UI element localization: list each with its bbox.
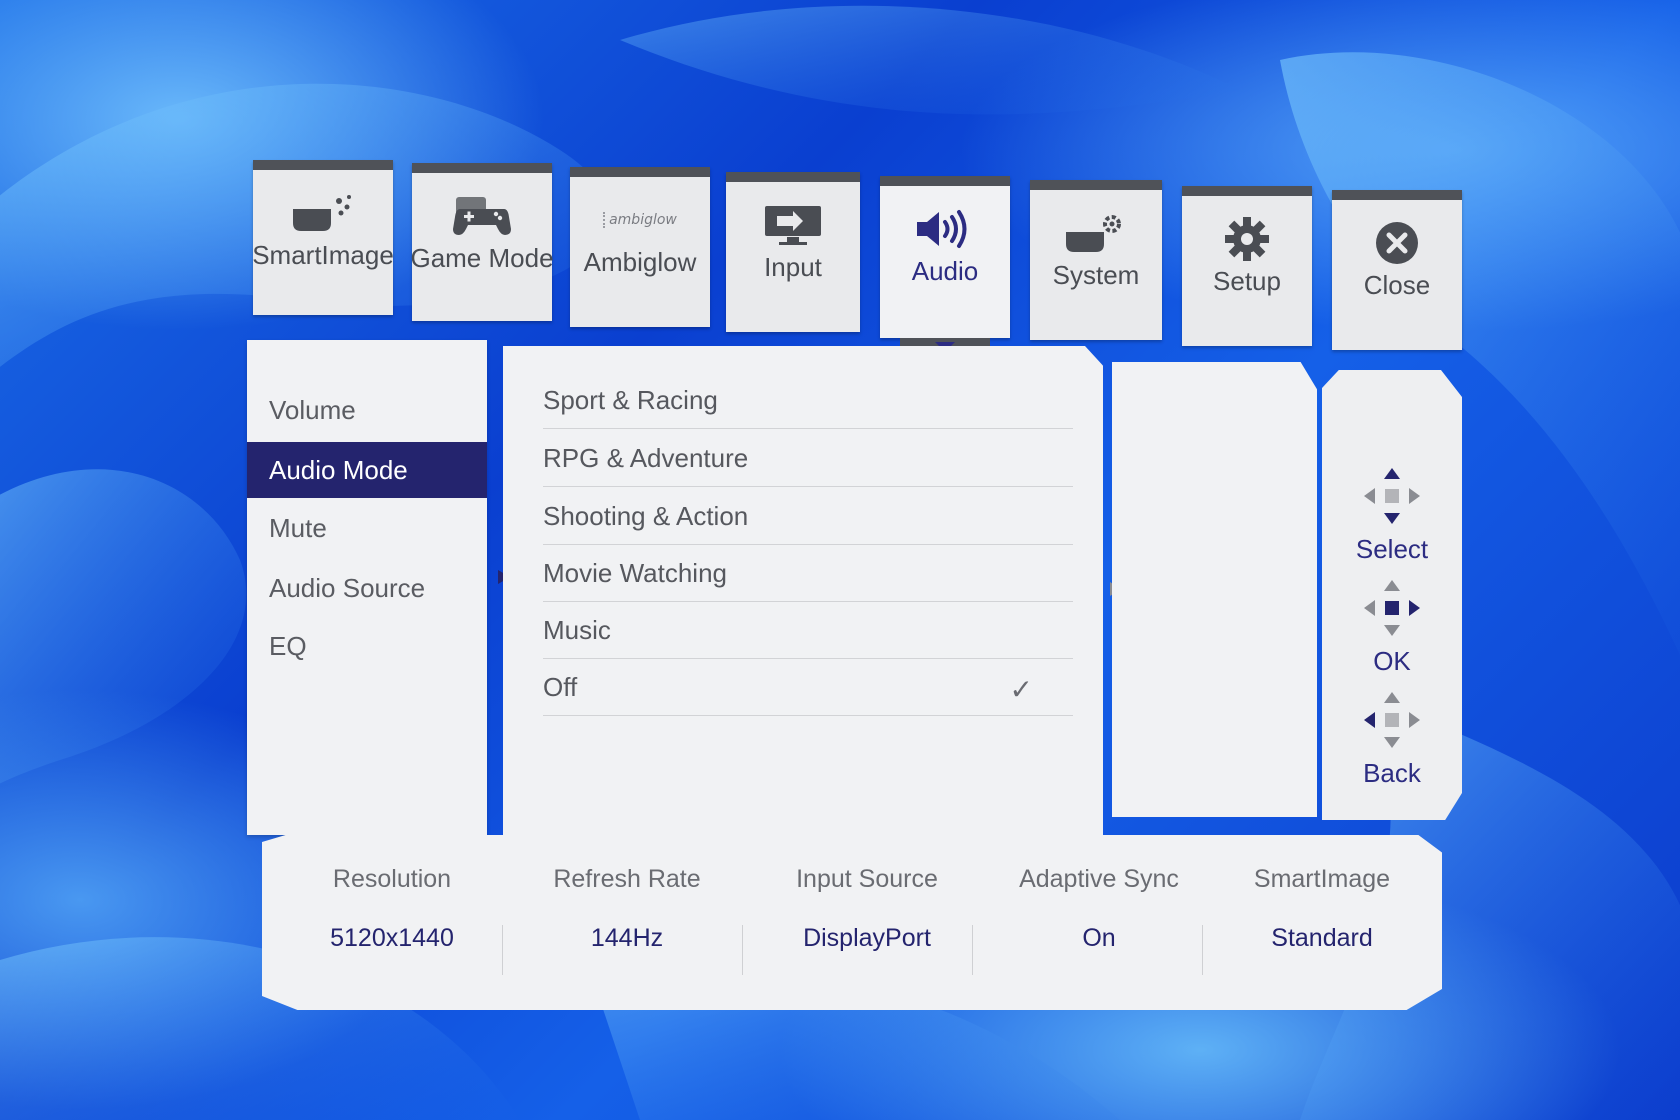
option-sport-racing[interactable]: Sport & Racing xyxy=(543,372,1073,429)
tab-label: System xyxy=(1052,260,1140,290)
smartimage-icon xyxy=(291,192,355,234)
option-label: Movie Watching xyxy=(543,557,727,588)
system-icon xyxy=(1064,212,1128,254)
info-label: SmartImage xyxy=(1253,865,1391,893)
info-label: Refresh Rate xyxy=(553,865,701,893)
tab-close[interactable]: Close xyxy=(1332,190,1462,350)
divider xyxy=(972,925,973,975)
info-label: Resolution xyxy=(332,865,452,893)
close-icon xyxy=(1374,222,1420,264)
menu-item-mute[interactable]: Mute xyxy=(247,500,487,556)
info-value: 144Hz xyxy=(590,924,664,952)
gamepad-icon xyxy=(450,195,514,237)
tab-ambiglow[interactable]: ambiglow Ambiglow xyxy=(570,167,710,327)
nav-select-label: Select xyxy=(1355,534,1429,564)
dpad-back-icon xyxy=(1364,692,1420,748)
nav-ok-label: OK xyxy=(1373,646,1411,676)
divider xyxy=(1202,925,1203,975)
option-off[interactable]: Off ✓ xyxy=(543,659,1073,716)
status-info-bar: Resolution 5120x1440 Refresh Rate 144Hz … xyxy=(262,835,1442,1010)
tab-label: Audio xyxy=(911,256,979,286)
nav-ok: OK xyxy=(1322,578,1462,677)
tab-input[interactable]: Input xyxy=(726,172,860,332)
tab-label: Close xyxy=(1363,270,1431,300)
menu-item-volume[interactable]: Volume xyxy=(247,382,487,438)
audio-submenu: Volume Audio Mode Mute Audio Source EQ xyxy=(247,340,487,835)
info-input-source: Input Source DisplayPort xyxy=(752,865,982,953)
info-value: DisplayPort xyxy=(803,924,931,952)
divider xyxy=(742,925,743,975)
tab-smartimage[interactable]: SmartImage xyxy=(252,160,394,315)
tab-label: Ambiglow xyxy=(583,247,697,277)
nav-back: Back xyxy=(1322,690,1462,789)
tab-label: Input xyxy=(764,252,822,282)
input-icon xyxy=(763,204,823,246)
info-resolution: Resolution 5120x1440 xyxy=(277,865,507,953)
divider xyxy=(502,925,503,975)
tab-label: Game Mode xyxy=(410,243,554,273)
tab-label: Setup xyxy=(1213,266,1281,296)
tab-label: SmartImage xyxy=(252,240,394,270)
tab-audio[interactable]: Audio xyxy=(880,176,1010,356)
detail-panel xyxy=(1112,362,1317,817)
option-movie-watching[interactable]: Movie Watching xyxy=(543,545,1073,602)
option-shooting-action[interactable]: Shooting & Action xyxy=(543,488,1073,545)
info-label: Adaptive Sync xyxy=(1019,865,1179,893)
navigation-hints: Select OK Back xyxy=(1322,370,1462,820)
speaker-icon xyxy=(913,208,977,250)
info-adaptive-sync: Adaptive Sync On xyxy=(984,865,1214,953)
info-label: Input Source xyxy=(796,865,938,893)
nav-back-label: Back xyxy=(1363,758,1421,788)
menu-item-audio-mode[interactable]: Audio Mode xyxy=(247,442,487,498)
menu-item-eq[interactable]: EQ xyxy=(247,618,487,674)
option-rpg-adventure[interactable]: RPG & Adventure xyxy=(543,430,1073,487)
tab-system[interactable]: System xyxy=(1030,180,1162,340)
option-label: Shooting & Action xyxy=(543,500,749,531)
tab-game-mode[interactable]: Game Mode xyxy=(410,163,554,321)
menu-item-audio-source[interactable]: Audio Source xyxy=(247,560,487,616)
option-label: RPG & Adventure xyxy=(543,442,749,473)
audio-mode-options: Sport & Racing RPG & Adventure Shooting … xyxy=(503,346,1103,836)
option-label: Music xyxy=(543,614,611,645)
monitor-osd-menu: SmartImage Game Mode ambiglow Ambiglow I… xyxy=(0,0,1680,1120)
nav-select: Select xyxy=(1322,466,1462,565)
option-label: Sport & Racing xyxy=(543,384,718,415)
dpad-select-icon xyxy=(1364,468,1420,524)
ambiglow-logo-icon: ambiglow xyxy=(603,199,677,241)
option-label: Off xyxy=(543,671,578,702)
dpad-ok-icon xyxy=(1364,580,1420,636)
option-music[interactable]: Music xyxy=(543,602,1073,659)
info-value: On xyxy=(1082,924,1116,952)
info-value: 5120x1440 xyxy=(330,924,454,952)
info-refresh-rate: Refresh Rate 144Hz xyxy=(512,865,742,953)
gear-icon xyxy=(1224,217,1270,261)
info-smartimage: SmartImage Standard xyxy=(1207,865,1437,953)
info-value: Standard xyxy=(1271,924,1373,952)
checkmark-icon: ✓ xyxy=(1009,674,1033,705)
tab-setup[interactable]: Setup xyxy=(1182,186,1312,346)
